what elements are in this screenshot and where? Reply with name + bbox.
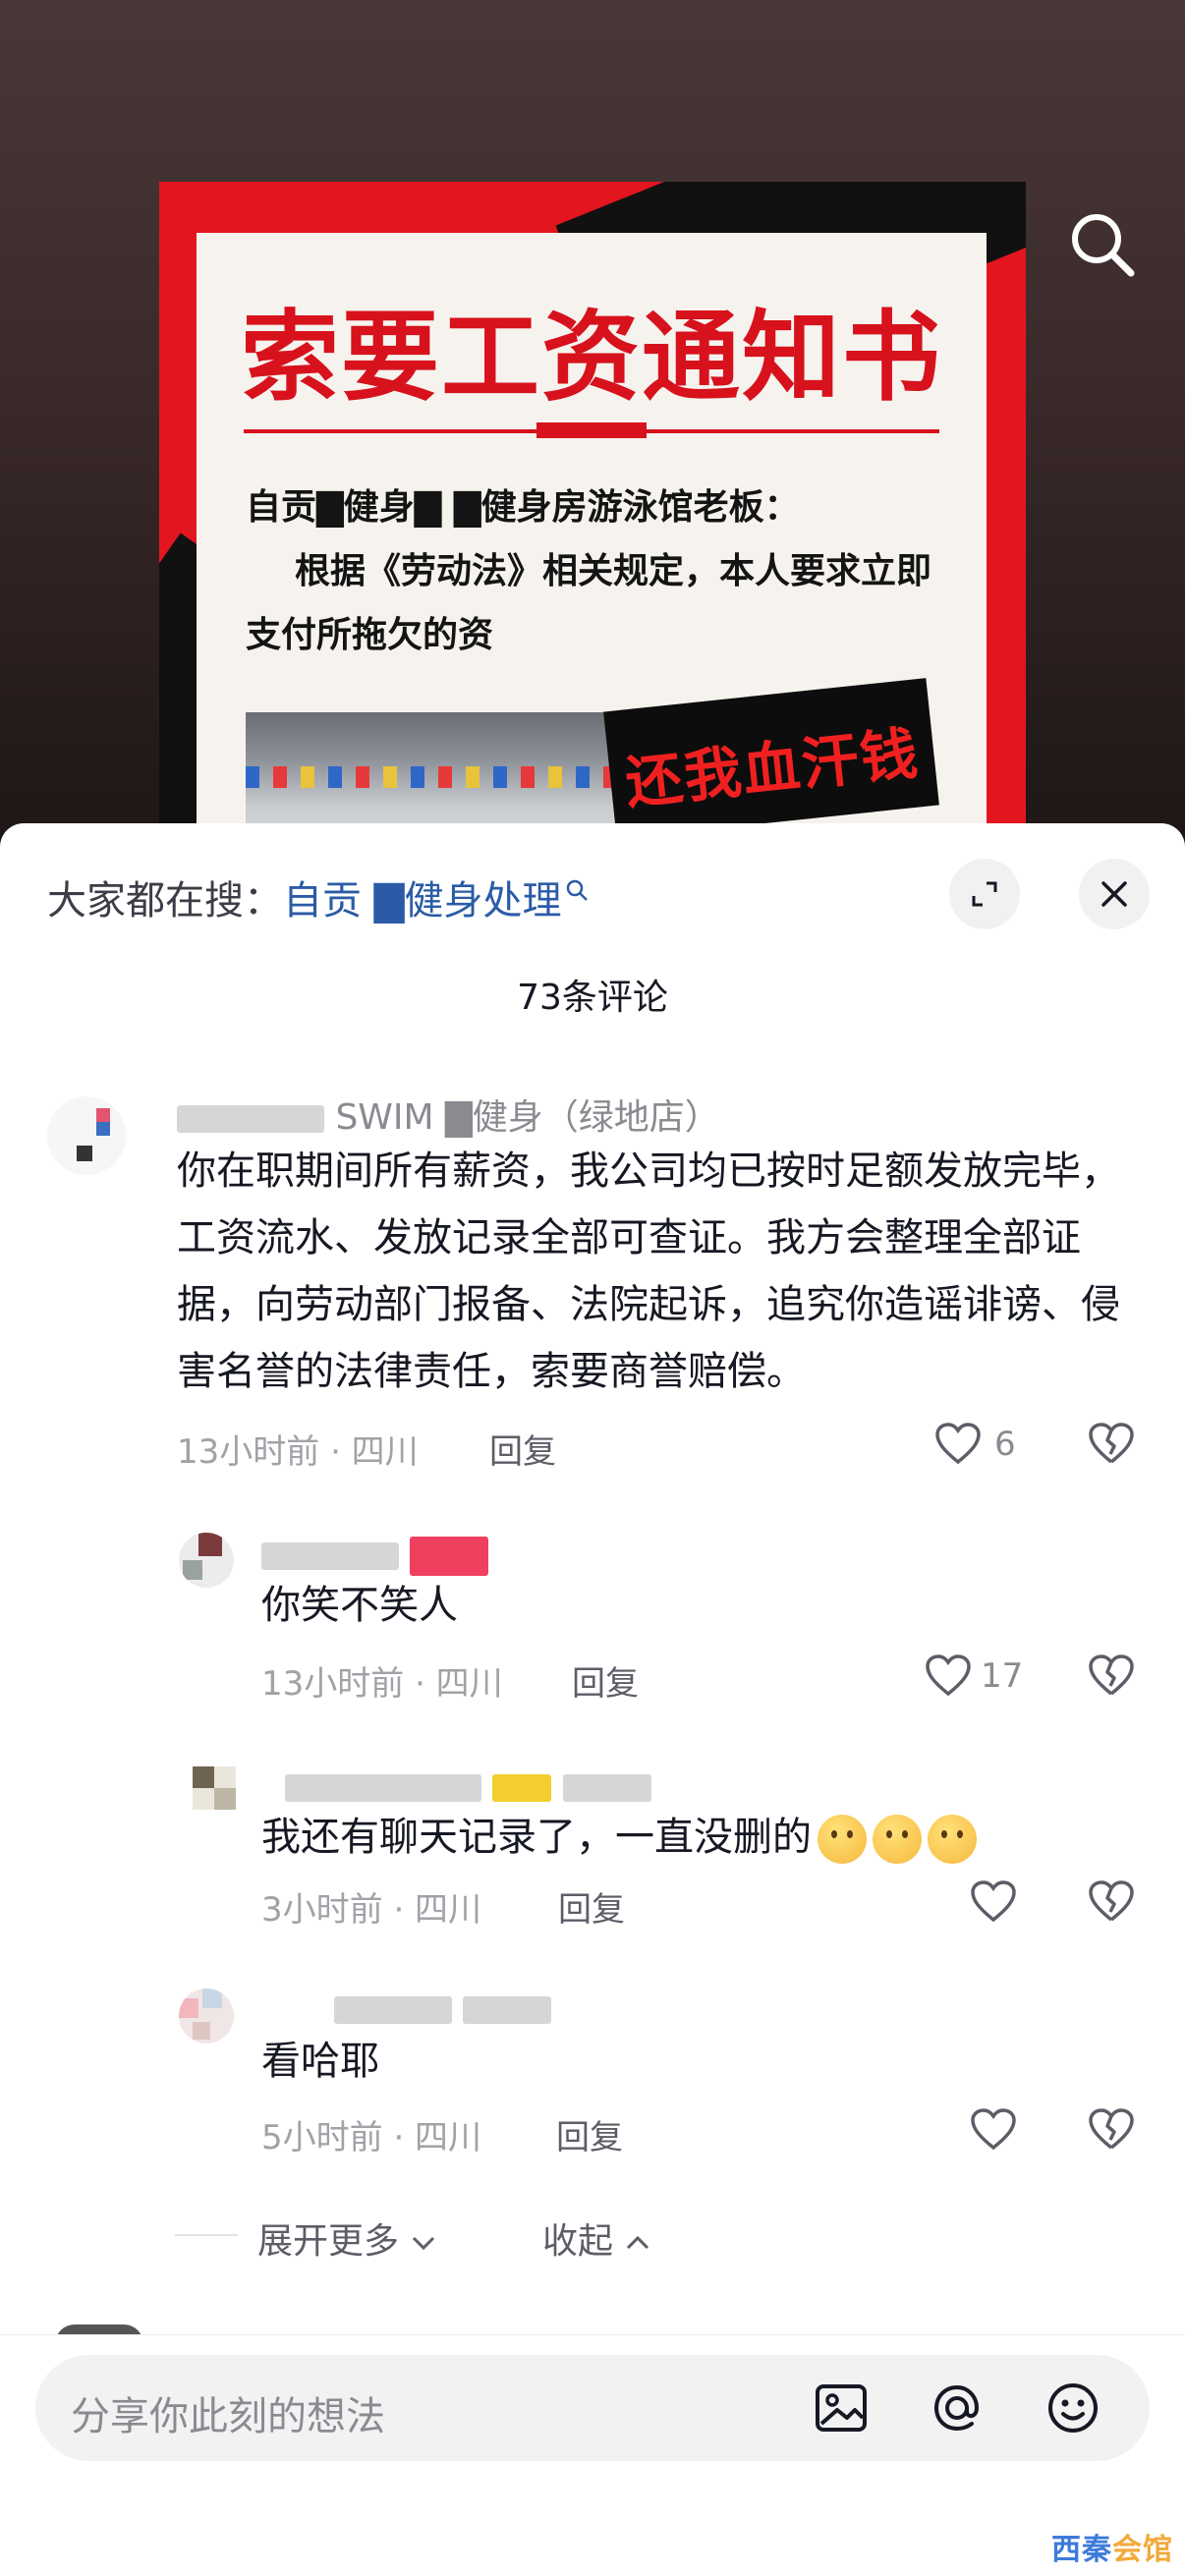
comment-count: 73条评论 (517, 978, 668, 1018)
comment-time: 13小时前 · 四川 (177, 1432, 419, 1472)
reply-text: 你笑不笑人 (261, 1583, 458, 1628)
emoji-icon (1048, 2383, 1098, 2433)
reply-button[interactable]: 回复 (556, 2110, 623, 2158)
protest-sign-text: 还我血汗钱 (622, 719, 923, 817)
comment-text: 你在职期间所有薪资，我公司均已按时足额发放完毕，工资流水、发放记录全部可查证。我… (177, 1148, 1120, 1394)
reply-author[interactable] (334, 1988, 552, 2029)
emoji-button[interactable] (1044, 2379, 1102, 2441)
heart-outline-icon (971, 1880, 1016, 1923)
reply-button[interactable]: 回复 (572, 1656, 639, 1705)
small-search-icon (565, 868, 591, 914)
dislike-button[interactable] (1087, 1421, 1136, 1470)
reply-item: 我还有聊天记录了，一直没删的 3小时前 · 四川 回复 (0, 1766, 1185, 1963)
like-count: 6 (994, 1425, 1016, 1464)
avatar[interactable] (193, 1766, 236, 1810)
broken-heart-icon (1089, 1880, 1134, 1922)
like-button[interactable] (933, 1421, 983, 1470)
expand-button[interactable] (949, 859, 1020, 929)
heart-outline-icon (971, 2108, 1016, 2151)
comment-sheet: 大家都在搜：自贡 ▇健身处理 73条评论 SWIM ▇健身（绿地店） 你在职期间… (0, 823, 1185, 2576)
reply-time: 13小时前 · 四川 (261, 1664, 503, 1704)
reply-item: 看哈耶 5小时前 · 四川 回复 (0, 1988, 1185, 2185)
expand-icon (972, 881, 997, 907)
notice-poster-image: 索要工资通知书 自贡▇健身▇ ▇健身房游泳馆老板： 根据《劳动法》相关规定，本人… (159, 182, 1026, 869)
thinking-emoji-icon (873, 1815, 922, 1864)
dislike-button[interactable] (1087, 1878, 1136, 1928)
broken-heart-icon (1089, 1423, 1134, 1464)
comment-item: SWIM ▇健身（绿地店） 你在职期间所有薪资，我公司均已按时足额发放完毕，工资… (0, 1089, 1185, 1472)
reply-time: 3小时前 · 四川 (261, 1890, 482, 1930)
broken-heart-icon (1089, 1654, 1134, 1696)
watermark-logo: 西秦会馆 (1051, 2533, 1173, 2567)
close-icon (1101, 881, 1127, 907)
expand-more-button[interactable]: 展开更多 (257, 2212, 437, 2264)
like-count: 17 (981, 1656, 1024, 1696)
comment-input-bar: 分享你此刻的想法 西秦会馆 (0, 2334, 1185, 2576)
poster-line-1: 自贡▇健身▇ ▇健身房游泳馆老板： (246, 487, 800, 528)
collapse-button[interactable]: 收起 (542, 2212, 651, 2264)
reply-button[interactable]: 回复 (558, 1882, 625, 1931)
avatar[interactable] (179, 1988, 234, 2044)
reply-author[interactable] (261, 1535, 489, 1576)
image-icon (816, 2384, 867, 2432)
broken-heart-icon (1089, 2108, 1134, 2150)
poster-title: 索要工资通知书 (241, 299, 942, 415)
close-button[interactable] (1079, 859, 1150, 929)
search-icon (1072, 214, 1135, 277)
search-button[interactable] (1064, 206, 1143, 285)
hot-search-bar[interactable]: 大家都在搜：自贡 ▇健身处理 (47, 868, 591, 925)
chevron-up-icon (627, 2235, 649, 2250)
comment-input[interactable]: 分享你此刻的想法 (35, 2355, 1150, 2461)
at-icon (933, 2384, 980, 2432)
hot-search-prefix: 大家都在搜： (47, 878, 283, 924)
comment-author[interactable]: SWIM ▇健身（绿地店） (177, 1089, 720, 1140)
reply-time: 5小时前 · 四川 (261, 2118, 482, 2157)
protest-sign: 还我血汗钱 (603, 678, 939, 839)
reply-text: 我还有聊天记录了，一直没删的 (261, 1804, 977, 1871)
poster-line-3: 支付所拖欠的资 (246, 615, 494, 655)
like-button[interactable] (924, 1652, 973, 1702)
hot-search-query[interactable]: 自贡 ▇健身处理 (283, 878, 561, 924)
reply-author[interactable] (285, 1766, 651, 1807)
poster-paper: 索要工资通知书 自贡▇健身▇ ▇健身房游泳馆老板： 根据《劳动法》相关规定，本人… (197, 233, 987, 869)
dislike-button[interactable] (1087, 1652, 1136, 1702)
dislike-button[interactable] (1087, 2106, 1136, 2156)
mention-button[interactable] (928, 2379, 987, 2441)
heart-outline-icon (926, 1654, 971, 1697)
reply-text: 看哈耶 (261, 2039, 379, 2084)
image-button[interactable] (812, 2379, 871, 2441)
thinking-emoji-icon (928, 1815, 977, 1864)
like-button[interactable] (969, 1878, 1018, 1928)
like-button[interactable] (969, 2106, 1018, 2156)
reply-item: 你笑不笑人 13小时前 · 四川 回复 17 (0, 1533, 1185, 1729)
chevron-down-icon (413, 2236, 435, 2251)
thinking-emoji-icon (818, 1815, 867, 1864)
thread-controls: 展开更多 收起 (0, 2207, 1185, 2266)
comment-input-placeholder: 分享你此刻的想法 (71, 2394, 385, 2439)
reply-button[interactable]: 回复 (489, 1425, 556, 1473)
poster-line-2: 根据《劳动法》相关规定，本人要求立即 (295, 551, 932, 591)
avatar[interactable] (179, 1533, 234, 1588)
heart-outline-icon (935, 1423, 981, 1465)
avatar[interactable] (47, 1096, 126, 1175)
